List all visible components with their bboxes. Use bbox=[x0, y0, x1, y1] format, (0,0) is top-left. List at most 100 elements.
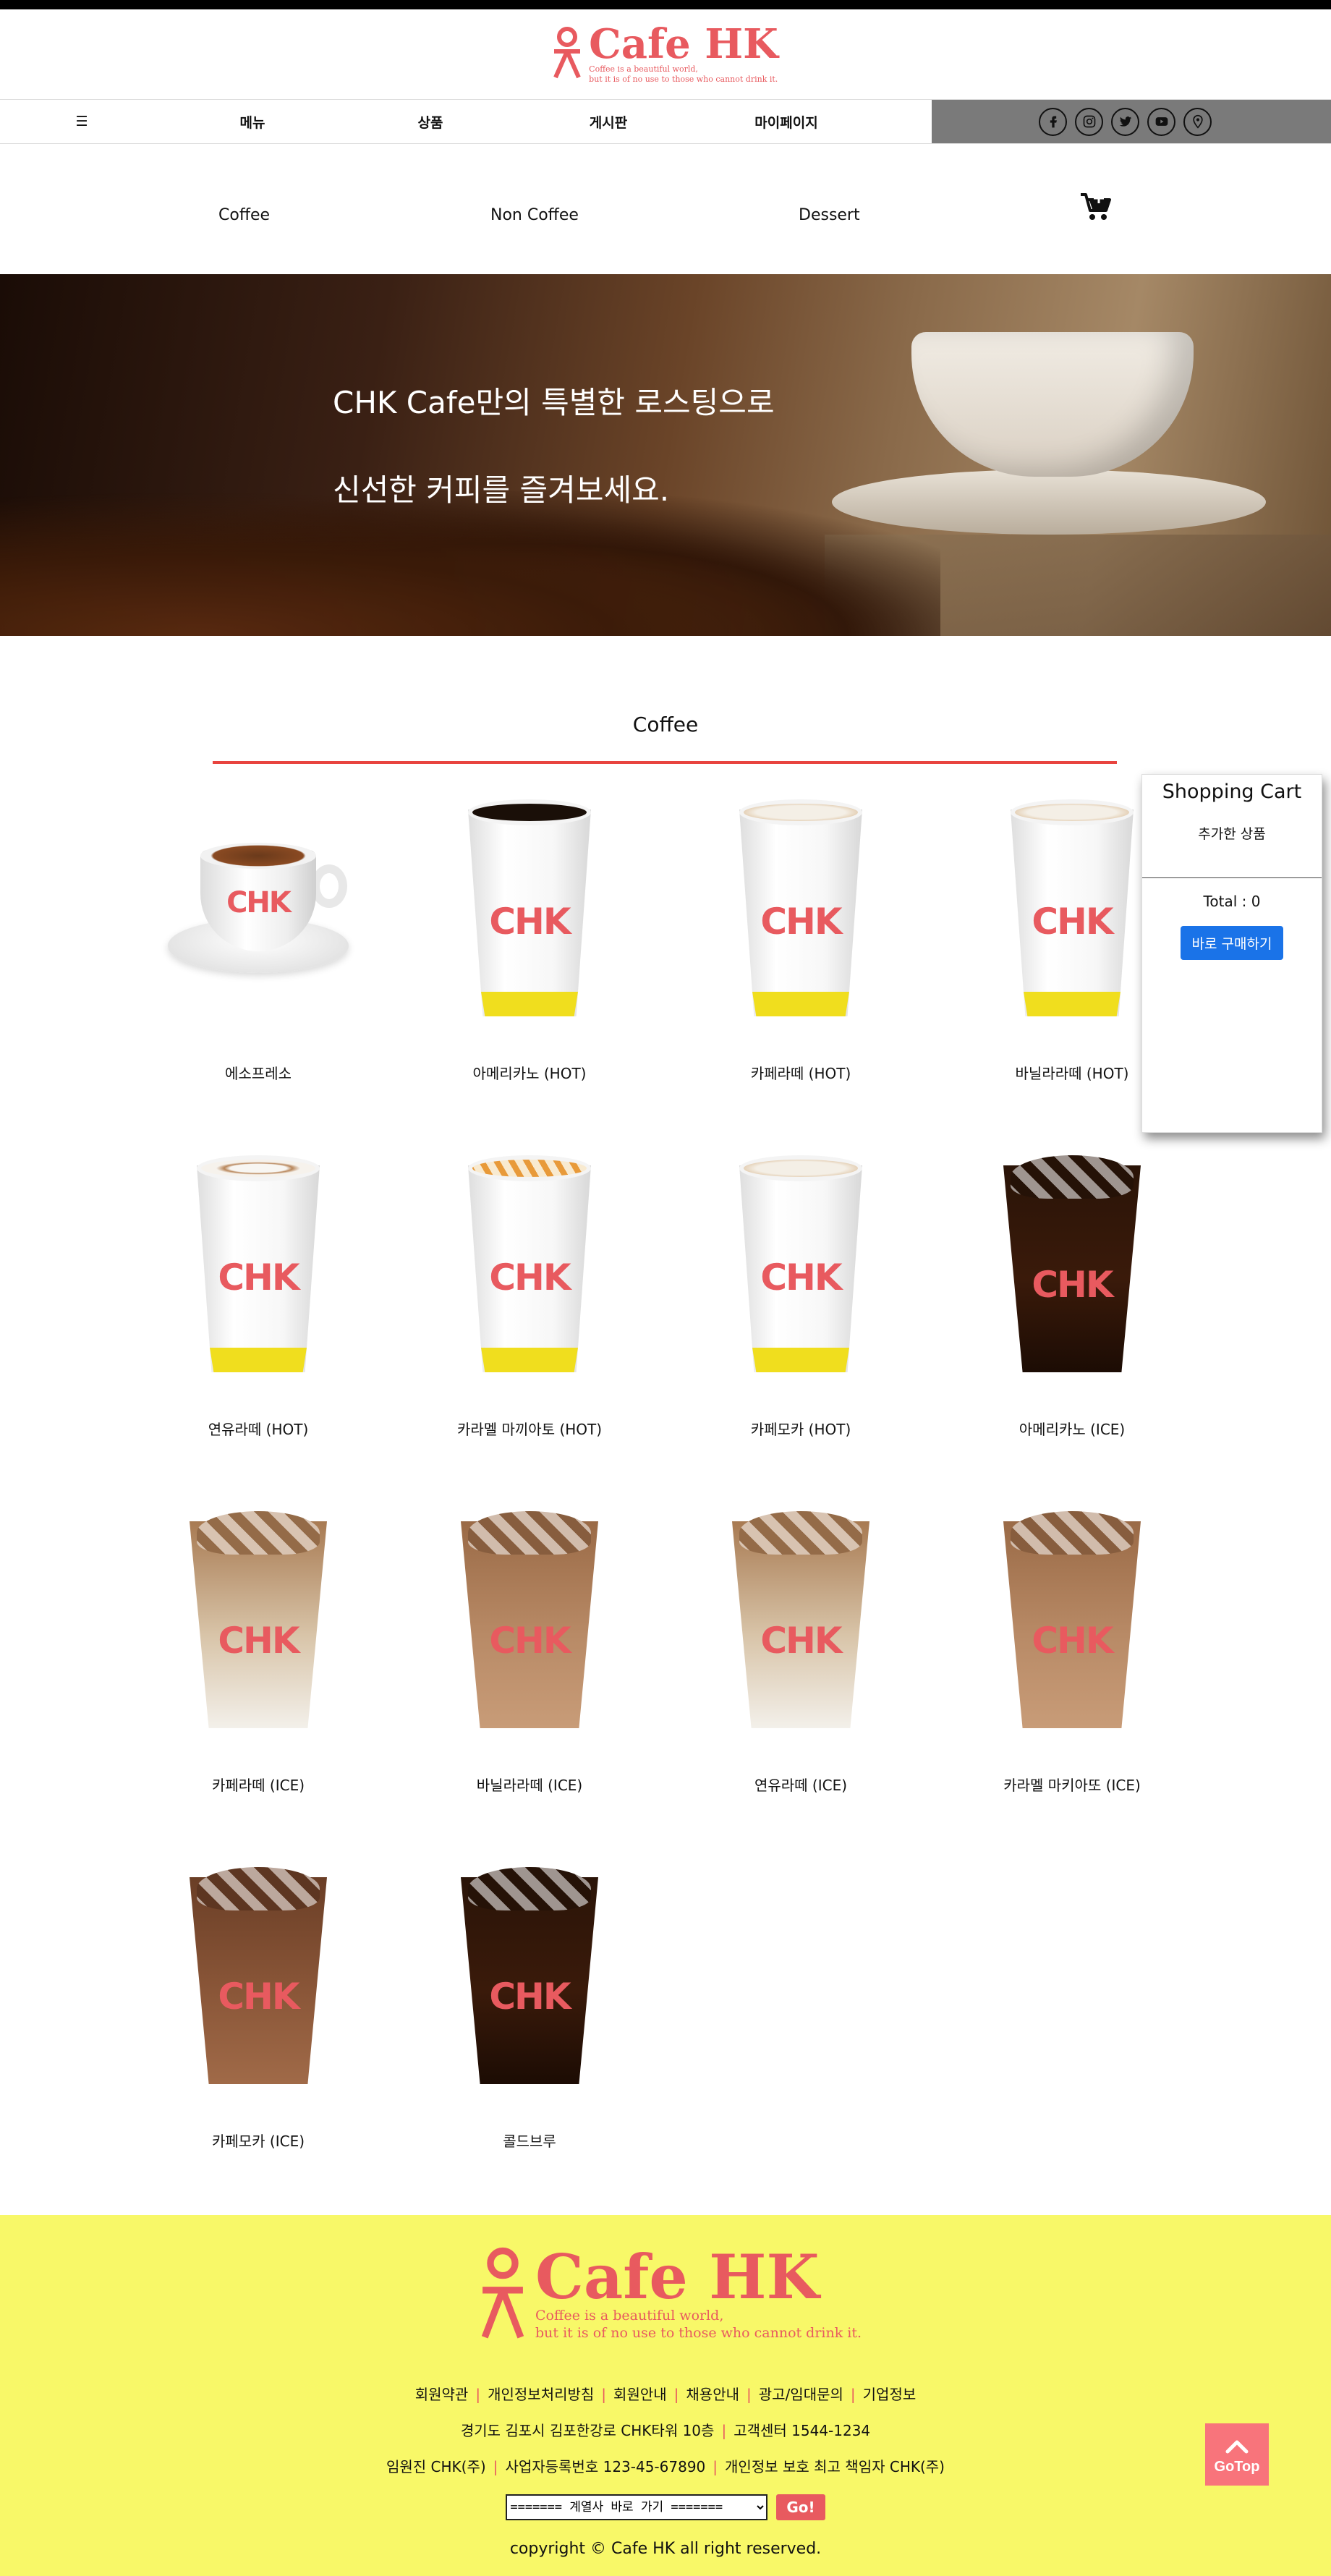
top-black-bar bbox=[0, 0, 1331, 9]
product-card[interactable]: CHK 에소프레소 bbox=[150, 788, 367, 1083]
nav-item-mypage[interactable]: 마이페이지 bbox=[697, 112, 875, 132]
nav-item-products[interactable]: 상품 bbox=[341, 112, 519, 132]
social-links bbox=[932, 100, 1331, 143]
footer-link-careers[interactable]: 채용안내 bbox=[686, 2386, 739, 2403]
site-logo[interactable]: Cafe HK Coffee is a beautiful world, but… bbox=[553, 24, 778, 85]
cup-icon: CHK bbox=[168, 836, 349, 980]
nav-item-menu[interactable]: 메뉴 bbox=[163, 112, 341, 132]
product-name[interactable]: 에소프레소 bbox=[150, 1062, 367, 1083]
product-brand-mark: CHK bbox=[760, 901, 842, 943]
footer-link-privacy[interactable]: 개인정보처리방침 bbox=[488, 2386, 594, 2403]
product-name[interactable]: 카라멜 마키아또 (ICE) bbox=[964, 1774, 1181, 1795]
product-brand-mark: CHK bbox=[226, 886, 292, 919]
product-name[interactable]: 연유라떼 (HOT) bbox=[150, 1418, 367, 1439]
footer-link-terms[interactable]: 회원약관 bbox=[415, 2386, 469, 2403]
product-card[interactable]: CHK 카페라떼 (ICE) bbox=[150, 1500, 367, 1795]
product-image[interactable]: CHK bbox=[964, 1144, 1181, 1383]
product-name[interactable]: 카페모카 (HOT) bbox=[692, 1418, 909, 1439]
footer-link-member-guide[interactable]: 회원안내 bbox=[613, 2386, 667, 2403]
category-dessert[interactable]: Dessert bbox=[799, 206, 860, 224]
footer-logo-tagline-1: Coffee is a beautiful world, bbox=[535, 2308, 724, 2324]
buy-now-button[interactable]: 바로 구매하기 bbox=[1180, 926, 1284, 960]
product-card[interactable]: CHK 연유라떼 (ICE) bbox=[692, 1500, 909, 1795]
product-card[interactable]: CHK 카라멜 마끼아토 (HOT) bbox=[421, 1144, 638, 1439]
product-image[interactable]: CHK bbox=[150, 1856, 367, 2095]
product-image[interactable]: CHK bbox=[150, 1144, 367, 1383]
site-footer: Cafe HK Coffee is a beautiful world, but… bbox=[0, 2215, 1331, 2576]
category-coffee[interactable]: Coffee bbox=[218, 206, 270, 224]
product-card[interactable]: CHK 카페모카 (ICE) bbox=[150, 1856, 367, 2151]
nav-item-board[interactable]: 게시판 bbox=[519, 112, 697, 132]
product-name[interactable]: 아메리카노 (HOT) bbox=[421, 1062, 638, 1083]
twitter-icon[interactable] bbox=[1111, 107, 1139, 136]
cart-divider bbox=[1142, 877, 1322, 878]
logo-tagline-2: but it is of no use to those who cannot … bbox=[589, 75, 778, 84]
footer-phone: 고객센터 1544-1234 bbox=[733, 2422, 871, 2439]
product-brand-mark: CHK bbox=[1032, 1264, 1113, 1306]
cart-subtitle: 추가한 상품 bbox=[1198, 826, 1266, 842]
footer-address-line: 경기도 김포시 김포한강로 CHK타워 10층 | 고객센터 1544-1234 bbox=[0, 2419, 1331, 2440]
affiliate-select[interactable]: ======= 계열사 바로 가기 ======= bbox=[506, 2494, 768, 2520]
product-name[interactable]: 카라멜 마끼아토 (HOT) bbox=[421, 1418, 638, 1439]
product-image[interactable]: CHK bbox=[421, 1144, 638, 1383]
footer-separator: | bbox=[747, 2386, 752, 2403]
product-image[interactable]: CHK bbox=[692, 1144, 909, 1383]
footer-logo-tagline-2: but it is of no use to those who cannot … bbox=[535, 2324, 862, 2341]
product-name[interactable]: 아메리카노 (ICE) bbox=[964, 1418, 1181, 1439]
product-card[interactable]: CHK 카페라떼 (HOT) bbox=[692, 788, 909, 1083]
instagram-icon[interactable] bbox=[1075, 107, 1103, 136]
copyright: copyright © Cafe HK all right reserved. bbox=[509, 2540, 822, 2558]
product-image[interactable]: CHK bbox=[421, 1856, 638, 2095]
cart-icon[interactable] bbox=[1079, 192, 1113, 225]
product-image[interactable]: CHK bbox=[150, 788, 367, 1027]
facebook-icon[interactable] bbox=[1039, 107, 1067, 136]
affiliate-form: ======= 계열사 바로 가기 ======= Go! bbox=[0, 2494, 1331, 2520]
product-brand-mark: CHK bbox=[1032, 901, 1113, 943]
product-image[interactable]: CHK bbox=[692, 788, 909, 1027]
product-name[interactable]: 콜드브루 bbox=[421, 2130, 638, 2151]
category-non-coffee[interactable]: Non Coffee bbox=[490, 206, 579, 224]
cup-icon: CHK bbox=[739, 1155, 862, 1372]
product-name[interactable]: 연유라떼 (ICE) bbox=[692, 1774, 909, 1795]
footer-link-advertising[interactable]: 광고/임대문의 bbox=[759, 2386, 843, 2403]
product-brand-mark: CHK bbox=[218, 1257, 299, 1298]
product-name[interactable]: 카페라떼 (HOT) bbox=[692, 1062, 909, 1083]
product-card[interactable]: CHK 카페모카 (HOT) bbox=[692, 1144, 909, 1439]
footer-logo-title: Cafe HK bbox=[535, 2241, 820, 2313]
cup-icon: CHK bbox=[197, 1155, 320, 1372]
footer-separator: | bbox=[673, 2386, 679, 2403]
cup-icon: CHK bbox=[1003, 1511, 1141, 1728]
product-card[interactable]: CHK 카라멜 마키아또 (ICE) bbox=[964, 1500, 1181, 1795]
chevron-up-icon bbox=[1205, 2439, 1269, 2459]
footer-logo[interactable]: Cafe HK Coffee is a beautiful world, but… bbox=[480, 2247, 862, 2345]
product-name[interactable]: 바닐라라떼 (ICE) bbox=[421, 1774, 638, 1795]
youtube-icon[interactable] bbox=[1147, 107, 1175, 136]
affiliate-go-button[interactable]: Go! bbox=[776, 2494, 825, 2520]
product-card[interactable]: CHK 아메리카노 (HOT) bbox=[421, 788, 638, 1083]
logo-tagline-1: Coffee is a beautiful world, bbox=[589, 64, 698, 75]
footer-link-company[interactable]: 기업정보 bbox=[863, 2386, 917, 2403]
product-image[interactable]: CHK bbox=[692, 1500, 909, 1739]
footer-bizno: 사업자등록번호 123-45-67890 bbox=[505, 2458, 706, 2475]
product-image[interactable]: CHK bbox=[150, 1500, 367, 1739]
product-image[interactable]: CHK bbox=[421, 1500, 638, 1739]
go-top-button[interactable]: GoTop bbox=[1205, 2423, 1269, 2486]
footer-links: 회원약관 | 개인정보처리방침 | 회원안내 | 채용안내 | 광고/임대문의 | 기업정보 bbox=[0, 2383, 1331, 2404]
product-image[interactable]: CHK bbox=[421, 788, 638, 1027]
product-image[interactable]: CHK bbox=[964, 1500, 1181, 1739]
product-card[interactable]: CHK 콜드브루 bbox=[421, 1856, 638, 2151]
hamburger-menu-icon[interactable]: ☰ bbox=[0, 114, 163, 129]
main-nav: ☰ 메뉴 상품 게시판 마이페이지 bbox=[0, 99, 1331, 144]
product-brand-mark: CHK bbox=[760, 1620, 842, 1662]
cart-title: Shopping Cart bbox=[1162, 781, 1302, 803]
cup-icon: CHK bbox=[461, 1867, 598, 2084]
product-card[interactable]: CHK 연유라떼 (HOT) bbox=[150, 1144, 367, 1439]
product-card[interactable]: CHK 아메리카노 (ICE) bbox=[964, 1144, 1181, 1439]
cup-icon: CHK bbox=[1003, 1155, 1141, 1372]
product-name[interactable]: 카페라떼 (ICE) bbox=[150, 1774, 367, 1795]
product-card[interactable]: CHK 바닐라라떼 (ICE) bbox=[421, 1500, 638, 1795]
cup-icon: CHK bbox=[732, 1511, 869, 1728]
location-icon[interactable] bbox=[1183, 107, 1212, 136]
product-name[interactable]: 카페모카 (ICE) bbox=[150, 2130, 367, 2151]
product-brand-mark: CHK bbox=[489, 901, 571, 943]
